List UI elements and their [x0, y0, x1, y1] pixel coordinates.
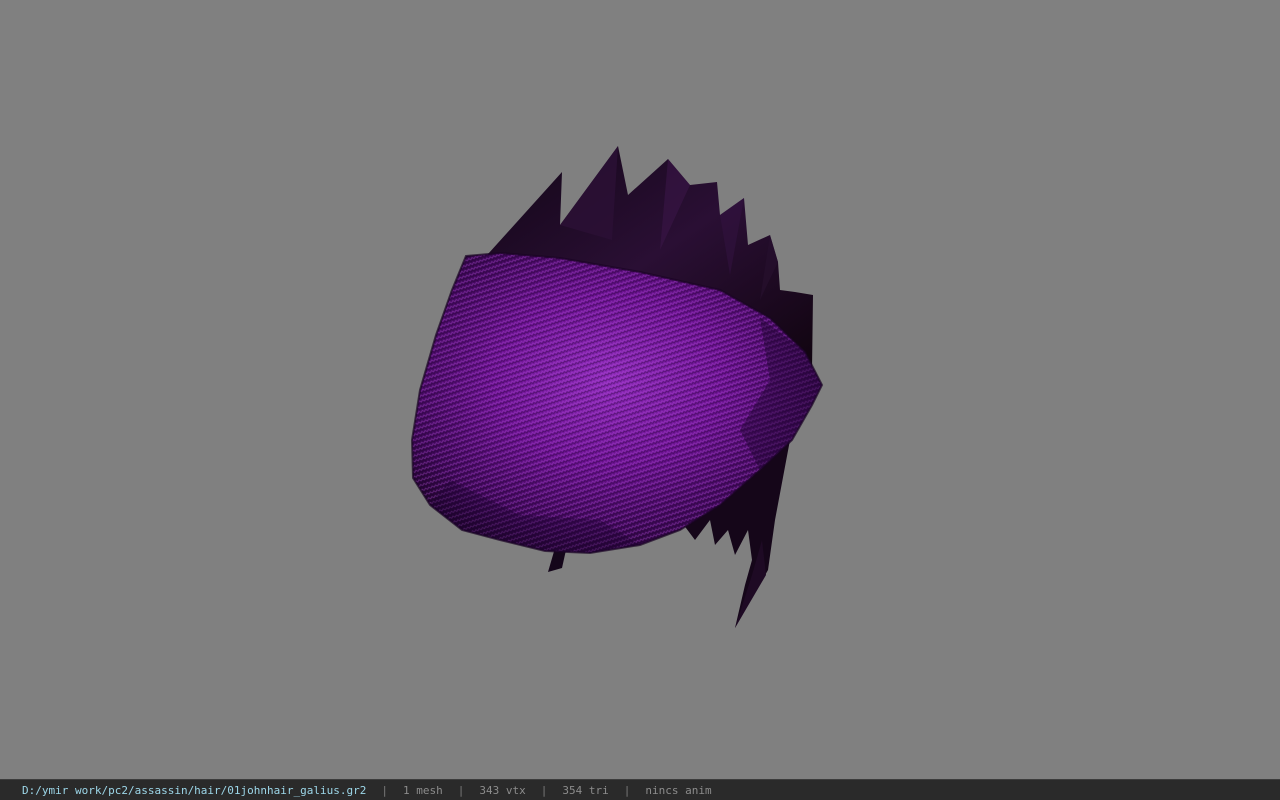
file-path: D:/ymir work/pc2/assassin/hair/01johnhai…	[22, 783, 367, 797]
separator: |	[540, 783, 548, 797]
mesh-count: 1 mesh	[403, 783, 443, 797]
anim-status: nincs anim	[645, 783, 712, 797]
triangle-count: 354 tri	[562, 783, 609, 797]
status-bar: D:/ymir work/pc2/assassin/hair/01johnhai…	[0, 779, 1280, 800]
hair-model-render	[410, 146, 824, 628]
separator: |	[623, 783, 631, 797]
vertex-count: 343 vtx	[479, 783, 526, 797]
separator: |	[381, 783, 388, 797]
separator: |	[457, 783, 465, 797]
3d-viewport[interactable]	[0, 0, 1280, 779]
